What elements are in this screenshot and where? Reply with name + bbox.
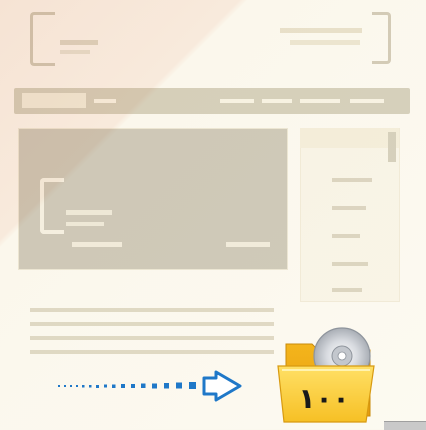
site-logo-right <box>372 12 391 64</box>
nav-link-1[interactable] <box>94 99 116 103</box>
nav-link-3[interactable] <box>262 99 292 103</box>
sidebar-item[interactable] <box>332 288 362 292</box>
site-brand-left-line <box>60 40 98 45</box>
nav-link-5[interactable] <box>350 99 384 103</box>
content-text-line <box>30 322 274 326</box>
site-brand-left-line-2 <box>60 50 90 54</box>
banner-caption-left <box>72 242 122 247</box>
site-title-right-line-2 <box>290 40 360 45</box>
sidebar-scrollbar[interactable] <box>388 132 396 162</box>
site-title-right-line <box>280 28 362 33</box>
banner-logo <box>40 178 64 234</box>
content-text-line <box>30 336 274 340</box>
sidebar-header <box>300 128 399 148</box>
nav-link-2[interactable] <box>220 99 254 103</box>
content-text-line <box>30 308 274 312</box>
sidebar-item[interactable] <box>332 206 366 210</box>
banner-caption-right <box>226 242 270 247</box>
sidebar-item[interactable] <box>332 262 368 266</box>
nav-link-4[interactable] <box>300 99 340 103</box>
banner-subtitle-line <box>66 222 104 226</box>
sidebar-panel <box>300 128 400 302</box>
banner-title-line <box>66 210 112 215</box>
sidebar-item[interactable] <box>332 234 360 238</box>
content-text-line <box>30 350 274 354</box>
site-logo-left <box>30 12 55 66</box>
nav-button[interactable] <box>22 93 86 108</box>
folder-number-label: ١٠٠ <box>298 382 349 415</box>
sidebar-item[interactable] <box>332 178 372 182</box>
dotted-arrow-right-icon <box>58 370 242 402</box>
folder-with-disc-icon[interactable]: ١٠٠ <box>274 326 390 426</box>
